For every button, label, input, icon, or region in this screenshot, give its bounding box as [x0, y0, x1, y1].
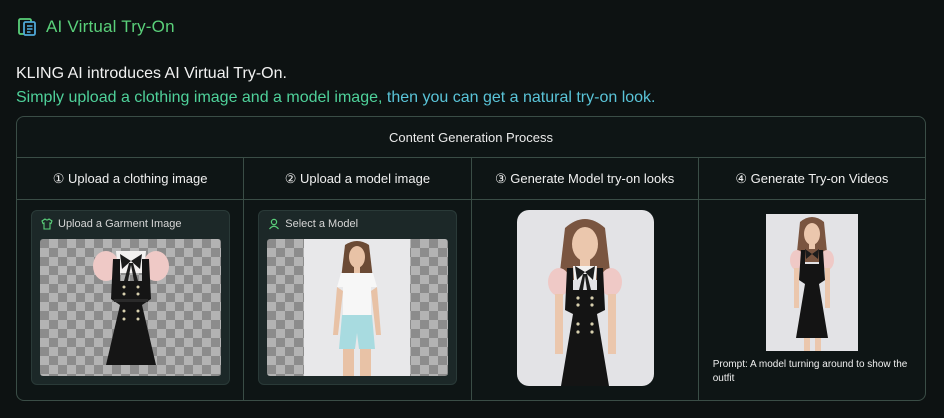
video-prompt-text: Prompt: A model turning around to show t…	[712, 359, 908, 384]
step-4-label: ④ Generate Try-on Videos	[735, 170, 889, 186]
garment-image	[40, 239, 221, 376]
step-3-cell	[472, 200, 699, 400]
model-select-card[interactable]: Select a Model	[258, 210, 458, 385]
try-on-video-frame[interactable]	[765, 214, 858, 351]
step-2-label: ② Upload a model image	[244, 158, 472, 199]
intro-text: KLING AI introduces AI Virtual Try-On. S…	[16, 62, 656, 110]
shirt-icon	[41, 218, 53, 230]
steps-row: ① Upload a clothing image ② Upload a mod…	[17, 158, 925, 200]
page-title: AI Virtual Try-On	[46, 17, 175, 36]
garment-upload-text: Upload a Garment Image	[58, 218, 182, 230]
intro-line-2: Simply upload a clothing image and a mod…	[16, 86, 656, 110]
intro-line-2b: then you can get a natural try-on look.	[382, 89, 656, 106]
intro-line-2a: Simply upload a clothing image and a mod…	[16, 89, 383, 106]
model-image	[267, 239, 449, 376]
document-icon	[18, 18, 36, 36]
intro-line-1: KLING AI introduces AI Virtual Try-On.	[16, 65, 287, 82]
steps-content-row: Upload a Garment Image Select a Model Pr…	[17, 200, 925, 400]
process-table: Content Generation Process ① Upload a cl…	[16, 116, 926, 401]
model-select-label: Select a Model	[268, 218, 358, 230]
garment-upload-card[interactable]: Upload a Garment Image	[31, 210, 230, 385]
step-4-cell: Prompt: A model turning around to show t…	[699, 200, 925, 400]
try-on-result-image	[516, 210, 654, 386]
user-icon	[269, 218, 280, 230]
model-select-text: Select a Model	[285, 218, 359, 230]
step-1-cell: Upload a Garment Image	[17, 200, 245, 400]
process-table-heading: Content Generation Process	[17, 117, 925, 158]
step-1-label: ① Upload a clothing image	[17, 158, 245, 199]
step-2-cell: Select a Model	[244, 200, 472, 400]
dress-image	[93, 251, 169, 365]
video-model-photo	[789, 217, 834, 351]
page-header: AI Virtual Try-On	[16, 14, 175, 40]
step-3-label: ③ Generate Model try-on looks	[472, 158, 699, 199]
model-photo	[333, 241, 382, 376]
garment-upload-label: Upload a Garment Image	[41, 218, 182, 230]
try-on-model-photo	[547, 219, 622, 386]
